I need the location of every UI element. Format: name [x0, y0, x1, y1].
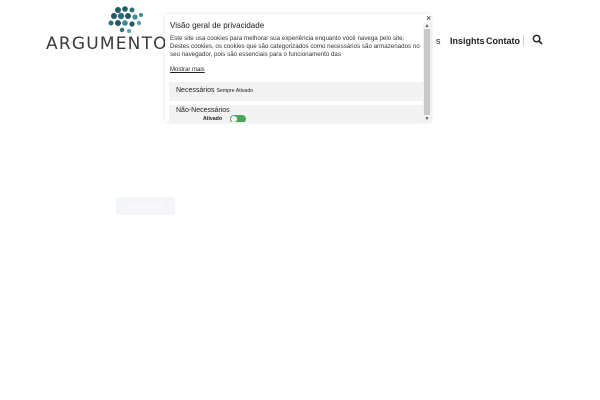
cookie-section-non-necessary[interactable]: Não-Necessários Ativado [169, 105, 423, 122]
show-more-link[interactable]: Mostrar mais [170, 67, 205, 73]
section-title-text: Não-Necessários [176, 107, 230, 114]
non-necessary-toggle[interactable] [230, 115, 246, 122]
nav-item-partial[interactable]: s [436, 36, 441, 46]
continue-button[interactable]: Continuar [116, 197, 175, 215]
nav-item-contato[interactable]: Contato [486, 36, 520, 46]
logo-text: ARGUMENTOS [46, 34, 180, 54]
nav-item-insights[interactable]: Insights [450, 36, 485, 46]
logo-dots-icon [108, 6, 143, 33]
scroll-down-icon[interactable]: ▼ [423, 116, 431, 122]
cookie-section-necessary[interactable]: Necessários Sempre Ativado [169, 82, 423, 101]
search-icon[interactable] [532, 34, 543, 45]
close-icon[interactable]: × [426, 14, 431, 23]
always-enabled-label: Sempre Ativado [216, 88, 254, 94]
modal-title: Visão geral de privacidade [170, 21, 265, 30]
section-title: Necessários Sempre Ativado [176, 87, 253, 94]
toggle-label: Ativado [203, 116, 223, 122]
scroll-thumb[interactable] [424, 29, 430, 115]
section-title-text: Necessários [176, 87, 215, 94]
site-logo[interactable]: ARGUMENTOS [46, 6, 179, 54]
toggle-knob [231, 116, 237, 122]
cookie-consent-modal: Visão geral de privacidade × Este site u… [165, 14, 431, 122]
modal-body-text: Este site usa cookies para melhorar sua … [170, 35, 420, 58]
nav-divider [523, 35, 524, 46]
modal-scrollbar[interactable]: ▲ ▼ [423, 23, 431, 122]
